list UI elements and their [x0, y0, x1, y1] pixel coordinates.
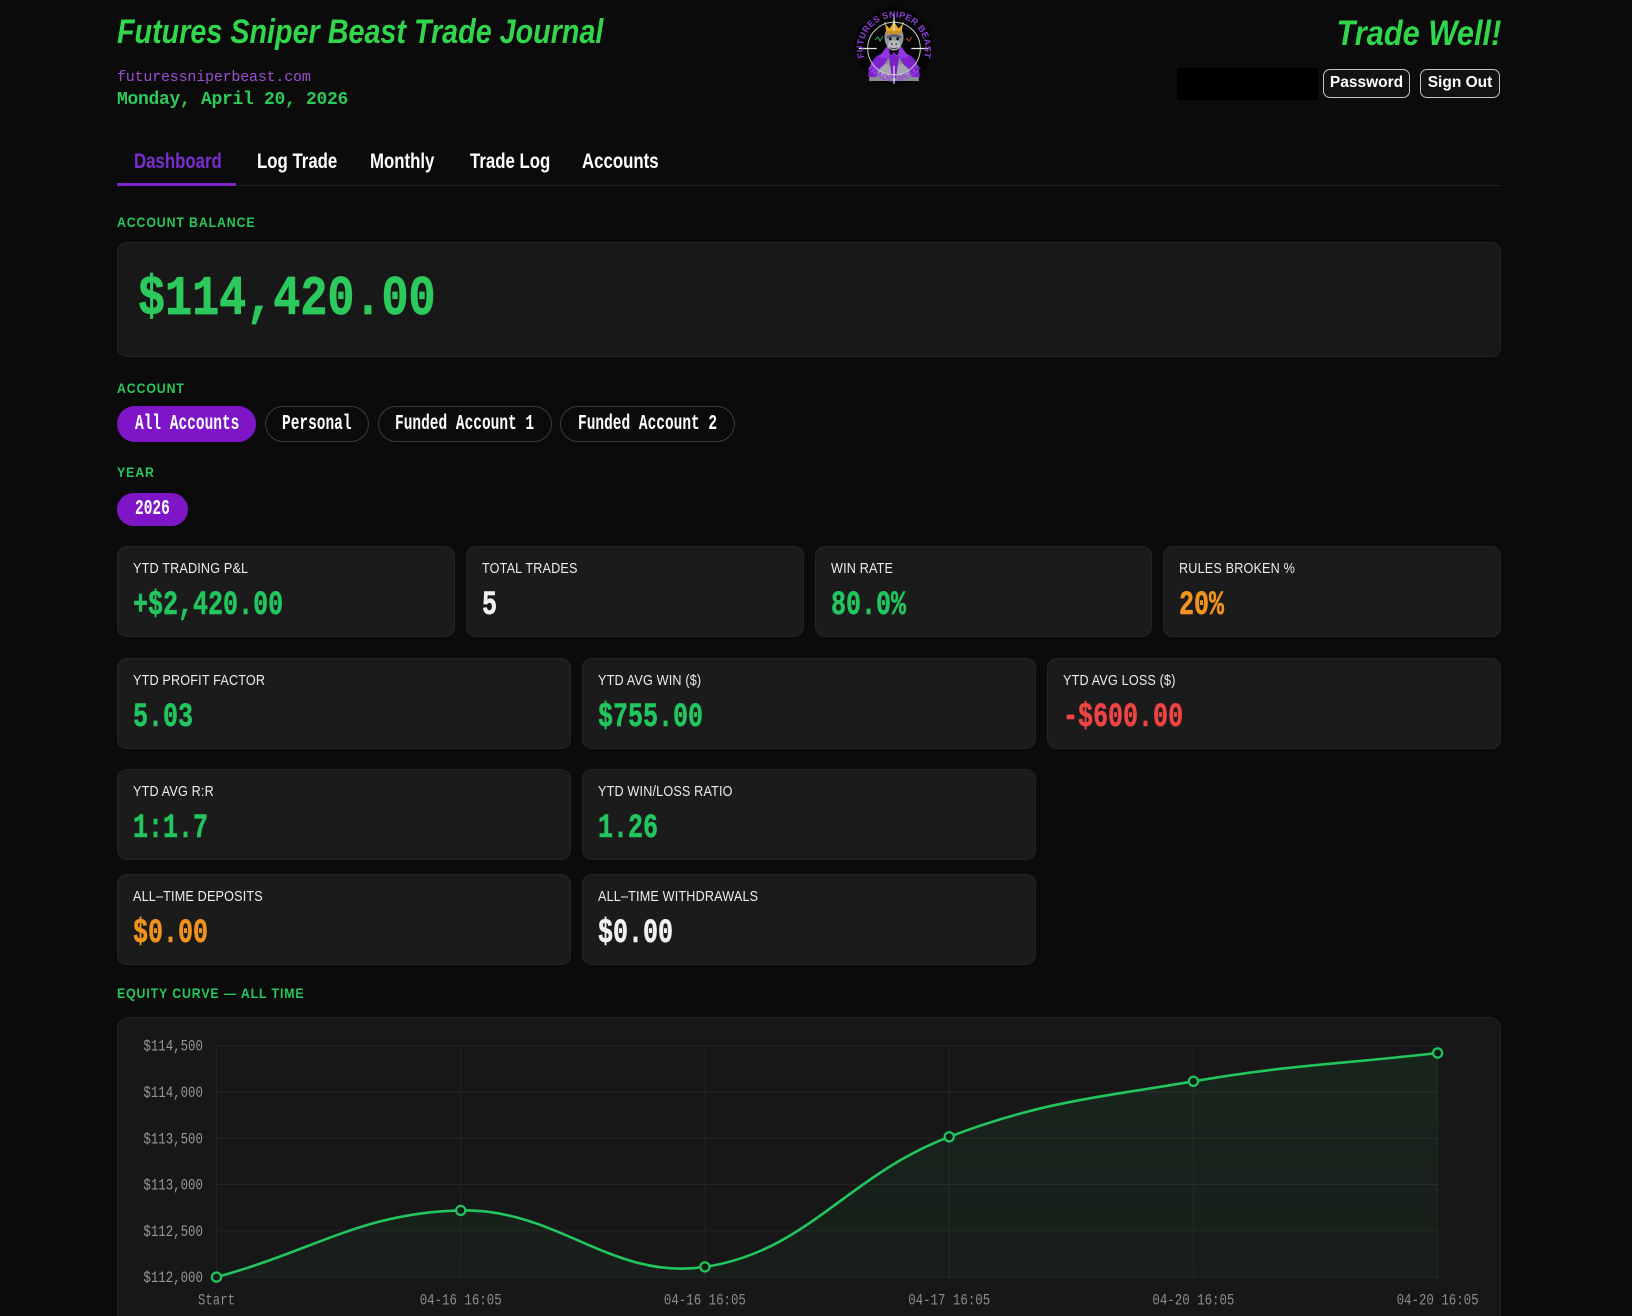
svg-text:$113,500: $113,500: [143, 1130, 203, 1148]
svg-text:$114,500: $114,500: [143, 1038, 203, 1056]
svg-text:$112,000: $112,000: [143, 1269, 203, 1287]
svg-text:04-17 16:05: 04-17 16:05: [908, 1292, 990, 1310]
svg-text:04-16 16:05: 04-16 16:05: [664, 1292, 746, 1310]
svg-text:04-20 16:05: 04-20 16:05: [1397, 1292, 1479, 1310]
svg-text:$114,000: $114,000: [143, 1084, 203, 1102]
svg-text:Start: Start: [198, 1292, 235, 1310]
svg-text:$113,000: $113,000: [143, 1177, 203, 1195]
svg-text:04-20 16:05: 04-20 16:05: [1152, 1292, 1234, 1310]
svg-text:$112,500: $112,500: [143, 1223, 203, 1241]
svg-text:04-16 16:05: 04-16 16:05: [420, 1292, 502, 1310]
